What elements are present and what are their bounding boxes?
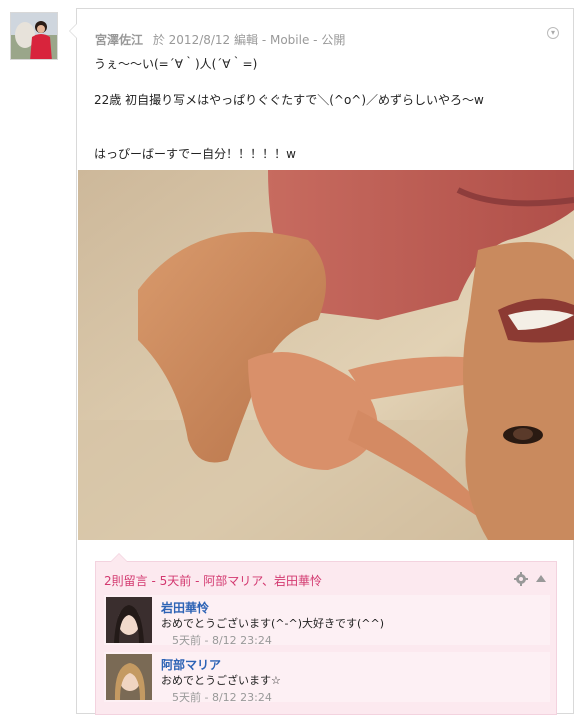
gear-icon[interactable] (514, 571, 528, 586)
post-header: 宮澤佐江 於 2012/8/12 編輯 - Mobile - 公開 (95, 33, 346, 47)
post-photo[interactable] (78, 170, 574, 540)
commenter-name[interactable]: 岩田華怜 (161, 599, 209, 616)
author-avatar[interactable] (10, 12, 58, 60)
post-line: うぇ～～い(=´∀｀)人(´∀｀=) (94, 57, 258, 71)
post-date[interactable]: 於 2012/8/12 編輯 (153, 33, 258, 47)
author-name[interactable]: 宮澤佐江 (95, 33, 143, 47)
post-visibility[interactable]: 公開 (321, 33, 345, 47)
chevron-down-icon[interactable]: ▾ (547, 27, 559, 39)
collapse-icon[interactable] (536, 575, 546, 582)
post-card: 宮澤佐江 於 2012/8/12 編輯 - Mobile - 公開 ▾ うぇ～～… (69, 8, 574, 715)
commenter-name[interactable]: 阿部マリア (161, 656, 221, 673)
post-line (94, 73, 564, 91)
comment-time[interactable]: 5天前 - 8/12 23:24 (172, 689, 272, 705)
comment-item: 阿部マリア おめでとうございます☆ 5天前 - 8/12 23:24 (104, 652, 550, 705)
comment-time[interactable]: 5天前 - 8/12 23:24 (172, 632, 272, 648)
post-body: うぇ～～い(=´∀｀)人(´∀｀=) 22歳 初自撮り写メはやっぱりぐぐたすで＼… (94, 55, 564, 163)
comment-text: おめでとうございます☆ (161, 674, 281, 687)
comments-summary[interactable]: 2則留言 - 5天前 - 阿部マリア、岩田華怜 (104, 572, 322, 589)
post-line: はっぴーばーすでー自分！！！！！w (94, 147, 296, 161)
post-line (94, 127, 564, 145)
comment-item: 岩田華怜 おめでとうございます(^-^)大好きです(^^) 5天前 - 8/12… (104, 595, 550, 648)
commenter-avatar[interactable] (106, 654, 152, 700)
comment-text: おめでとうございます(^-^)大好きです(^^) (161, 617, 385, 630)
comments-panel: 2則留言 - 5天前 - 阿部マリア、岩田華怜 岩田華怜 おめでとうございます(… (95, 553, 557, 715)
post-line (94, 109, 564, 127)
post-source: Mobile (269, 33, 310, 47)
commenter-avatar[interactable] (106, 597, 152, 643)
post-line: 22歳 初自撮り写メはやっぱりぐぐたすで＼(^o^)／めずらしいやろ〜w (94, 93, 484, 107)
